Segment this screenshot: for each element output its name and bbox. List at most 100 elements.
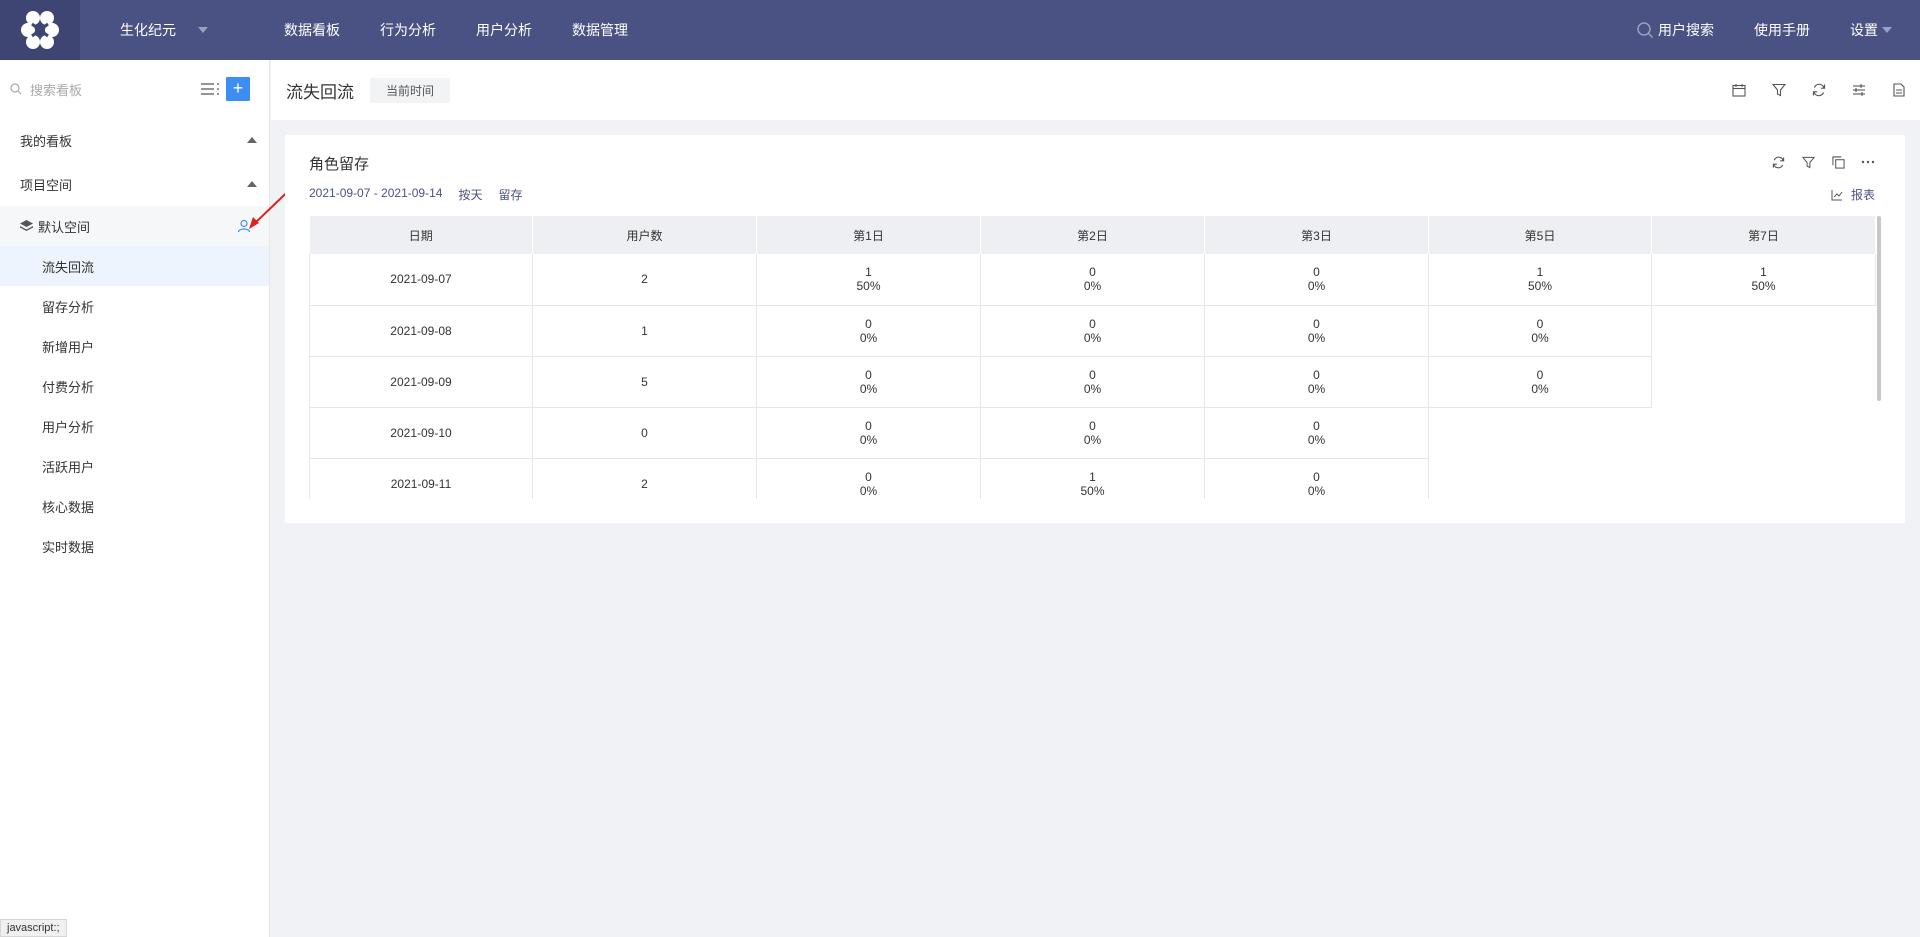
nav-user-analysis[interactable]: 用户分析 [476,20,532,40]
retention-cell: 0 0% [756,356,981,408]
retention-rate: 0% [1531,381,1549,396]
add-board-button[interactable]: + [226,77,250,101]
retention-count: 1 [1760,265,1767,280]
empty-cell [1651,356,1876,407]
retention-cell: 1 50% [756,254,981,306]
retention-count: 0 [1536,367,1544,382]
empty-cell [1428,458,1652,499]
column-header[interactable]: 第2日 [980,216,1205,254]
retention-cell: 0 0% [756,305,981,357]
project-name: 生化纪元 [120,22,176,38]
search-icon [1637,22,1654,39]
retention-rate: 0% [1307,432,1326,447]
table-row: 2021-09-09 5 0 0% 0 0% 0 0% 0 0% [309,356,1876,408]
card-meta: 2021-09-07 - 2021-09-14 按天 留存 [309,186,538,203]
column-header[interactable]: 第5日 [1428,216,1652,254]
column-header[interactable]: 第7日 [1651,216,1876,254]
retention-cell: 1 50% [1428,254,1652,306]
search-input[interactable]: 搜索看板 [30,80,200,99]
retention-count: 0 [1313,265,1320,280]
project-space-group[interactable]: 项目空间 [0,162,269,206]
browser-status-bar: javascript:; [0,919,67,937]
retention-count: 0 [1089,265,1096,280]
main-nav: 数据看板 行为分析 用户分析 数据管理 [284,20,668,40]
retention-cell: 0 0% [1204,254,1429,306]
table-row: 2021-09-07 2 1 50% 0 0% 0 0% 1 50% 1 50% [309,254,1876,306]
app-logo[interactable] [0,0,80,60]
retention-count: 0 [1313,469,1320,484]
user-search-label: 用户搜索 [1658,22,1714,38]
nav-data-management[interactable]: 数据管理 [572,20,628,40]
retention-table-wrapper: 日期 用户数 第1日 第2日 第3日 第5日 第7日 2021-09-07 2 … [309,216,1881,499]
retention-count: 0 [865,469,872,484]
search-icon [10,83,22,95]
default-space-folder[interactable]: 默认空间 [0,206,269,246]
settings-menu[interactable]: 设置 [1850,20,1892,40]
users-cell: 2 [532,254,757,306]
report-button[interactable]: 报表 [1831,186,1875,203]
my-boards-group[interactable]: 我的看板 [0,118,269,162]
filter-icon[interactable] [1799,153,1817,171]
retention-cell: 1 50% [1651,254,1876,306]
sidebar-item-retention[interactable]: 留存分析 [0,286,269,326]
refresh-icon[interactable] [1810,81,1828,99]
retention-card: 角色留存 2021-09-07 - 2021-09-14 按天 留存 报表 日期… [285,135,1905,523]
settings-label: 设置 [1850,22,1878,38]
logo-icon [21,11,59,49]
sidebar: 搜索看板 + 我的看板 项目空间 默认空间 流失回流 留存分析 新增用户 付费分… [0,60,270,937]
nav-dashboard[interactable]: 数据看板 [284,20,340,40]
users-cell: 1 [532,305,757,357]
retention-count: 0 [1313,316,1320,331]
project-space-label: 项目空间 [20,177,73,193]
retention-cell: 0 0% [756,458,981,499]
project-selector[interactable]: 生化纪元 [120,20,230,40]
column-header[interactable]: 第3日 [1204,216,1429,254]
retention-cell: 1 50% [980,458,1205,499]
date-cell: 2021-09-07 [309,254,533,306]
table-scrollbar[interactable] [1877,216,1881,401]
retention-count: 0 [1089,367,1096,382]
time-filter-tag[interactable]: 当前时间 [370,77,451,103]
board-search: 搜索看板 + [0,60,269,118]
retention-cell: 0 0% [1204,305,1429,357]
retention-count: 0 [1313,367,1320,382]
report-label: 报表 [1850,188,1875,202]
document-icon[interactable] [1890,81,1908,99]
sidebar-item-realtime[interactable]: 实时数据 [0,526,269,566]
refresh-icon[interactable] [1769,153,1787,171]
users-cell: 2 [532,458,757,499]
date-range[interactable]: 2021-09-07 - 2021-09-14 [309,186,442,203]
table-row: 2021-09-10 0 0 0% 0 0% 0 0% [309,407,1876,459]
list-icon[interactable] [200,81,220,97]
retention-count: 0 [1313,418,1320,433]
column-header[interactable]: 用户数 [532,216,757,254]
board-header: 流失回流 当前时间 [271,60,1920,120]
granularity[interactable]: 按天 [458,186,482,203]
card-title: 角色留存 [309,156,370,173]
empty-cell [1428,407,1652,458]
more-icon[interactable] [1859,153,1877,171]
retention-rate: 0% [1531,330,1549,345]
nav-behavior-analysis[interactable]: 行为分析 [380,20,436,40]
retention-count: 0 [1089,316,1096,331]
column-header[interactable]: 日期 [309,216,533,254]
column-header[interactable]: 第1日 [756,216,981,254]
retention-cell: 0 0% [980,254,1205,306]
sidebar-item-user-analysis[interactable]: 用户分析 [0,406,269,446]
retention-rate: 0% [1307,483,1326,498]
empty-cell [1651,458,1876,499]
sidebar-item-new-users[interactable]: 新增用户 [0,326,269,366]
sidebar-item-active-users[interactable]: 活跃用户 [0,446,269,486]
settings-sliders-icon[interactable] [1850,81,1868,99]
copy-icon[interactable] [1829,153,1847,171]
sidebar-item-core-data[interactable]: 核心数据 [0,486,269,526]
calendar-icon[interactable] [1730,81,1748,99]
my-boards-label: 我的看板 [20,133,73,149]
metric-type[interactable]: 留存 [498,186,522,203]
sidebar-item-churn-return[interactable]: 流失回流 [0,246,269,286]
retention-table: 日期 用户数 第1日 第2日 第3日 第5日 第7日 2021-09-07 2 … [309,216,1876,499]
sidebar-item-payment[interactable]: 付费分析 [0,366,269,406]
filter-icon[interactable] [1770,81,1788,99]
user-search-button[interactable]: 用户搜索 [1636,20,1714,40]
manual-link[interactable]: 使用手册 [1754,20,1810,40]
